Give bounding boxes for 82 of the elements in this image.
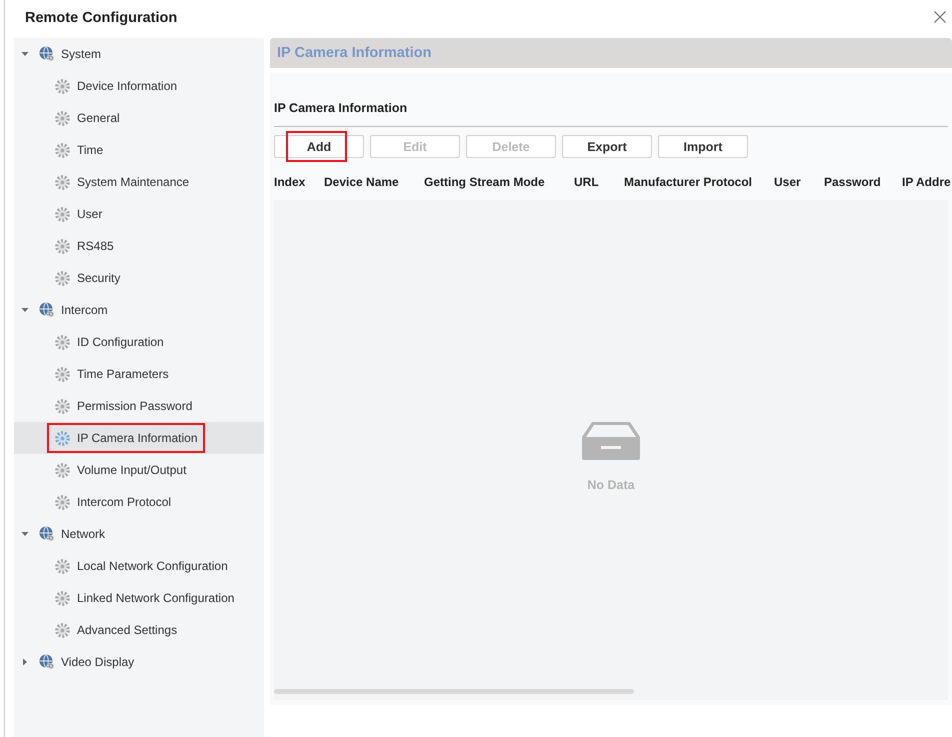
tree-item[interactable]: System xyxy=(14,38,264,70)
tree-item-label: Intercom xyxy=(61,303,108,317)
gear-icon xyxy=(55,558,70,574)
tree-item[interactable]: IP Camera Information xyxy=(14,422,264,454)
gear-icon xyxy=(55,366,70,382)
gear-icon xyxy=(55,590,70,606)
tree-item-label: Intercom Protocol xyxy=(77,495,172,509)
tree-item-label: Security xyxy=(77,271,120,285)
empty-message: No Data xyxy=(587,478,635,492)
gear-icon xyxy=(55,398,70,414)
tree-item[interactable]: Advanced Settings xyxy=(14,614,264,646)
close-icon[interactable] xyxy=(934,11,946,23)
column-header: IP Addre xyxy=(902,175,952,189)
tree-item[interactable]: User xyxy=(14,198,264,230)
gear-icon xyxy=(55,430,70,446)
tree-item[interactable]: Device Information xyxy=(14,70,264,102)
tree-item[interactable]: Video Display xyxy=(14,646,264,678)
globe-gear-icon xyxy=(39,654,55,670)
tree-item[interactable]: Volume Input/Output xyxy=(14,454,264,486)
gear-icon xyxy=(55,238,70,254)
tree-item-label: Local Network Configuration xyxy=(77,559,228,573)
column-header: Device Name xyxy=(324,175,400,189)
tree-item-label: Linked Network Configuration xyxy=(77,591,234,605)
toolbar-button[interactable]: Add xyxy=(274,135,364,158)
gear-icon xyxy=(55,142,70,158)
gear-icon xyxy=(55,494,70,510)
tree-item-label: Volume Input/Output xyxy=(77,463,186,477)
tree-item[interactable]: Intercom xyxy=(14,294,264,326)
column-header: Password xyxy=(824,175,882,189)
gear-icon xyxy=(55,334,70,350)
toolbar-button[interactable]: Export xyxy=(562,135,652,158)
tree-item-label: IP Camera Information xyxy=(77,431,198,445)
collapse-arrow-icon[interactable] xyxy=(21,50,29,58)
tree-item[interactable]: Intercom Protocol xyxy=(14,486,264,518)
tree-item-label: Advanced Settings xyxy=(77,623,178,637)
tree-item-label: System xyxy=(61,47,102,61)
tree-item-label: Time Parameters xyxy=(77,367,169,381)
scrollbar[interactable] xyxy=(274,689,634,694)
tree-item[interactable]: Time Parameters xyxy=(14,358,264,390)
gear-icon xyxy=(55,110,70,126)
tree-item[interactable]: Linked Network Configuration xyxy=(14,582,264,614)
tree-item[interactable]: Network xyxy=(14,518,264,550)
tree-item-label: RS485 xyxy=(77,239,114,253)
panel-header: IP Camera Information xyxy=(270,38,952,68)
tree-item[interactable]: General xyxy=(14,102,264,134)
globe-gear-icon xyxy=(39,302,55,318)
collapse-arrow-icon[interactable] xyxy=(21,306,29,314)
tree-item-label: Permission Password xyxy=(77,399,192,413)
gear-icon xyxy=(55,270,70,286)
tree-item[interactable]: System Maintenance xyxy=(14,166,264,198)
tree-item-label: Network xyxy=(61,527,106,541)
column-header: User xyxy=(774,175,802,189)
column-header: Index xyxy=(274,175,306,189)
tree-item-label: User xyxy=(77,207,102,221)
gear-icon xyxy=(55,206,70,222)
tree-item-label: Video Display xyxy=(61,655,134,669)
section-title: IP Camera Information xyxy=(274,100,408,116)
tree-item-label: Device Information xyxy=(77,79,178,93)
tree-item-label: ID Configuration xyxy=(77,335,164,349)
globe-gear-icon xyxy=(39,46,55,62)
column-header: Getting Stream Mode xyxy=(424,175,546,189)
tree-item[interactable]: Time xyxy=(14,134,264,166)
gear-icon xyxy=(55,462,70,478)
tree-item[interactable]: Security xyxy=(14,262,264,294)
tree-item-label: System Maintenance xyxy=(77,175,190,189)
globe-gear-icon xyxy=(39,526,55,542)
tree-item[interactable]: Local Network Configuration xyxy=(14,550,264,582)
tree-item-label: General xyxy=(77,111,120,125)
tree-item[interactable]: Permission Password xyxy=(14,390,264,422)
tree-item[interactable]: ID Configuration xyxy=(14,326,264,358)
empty-tray-icon xyxy=(582,422,640,460)
window-title: Remote Configuration xyxy=(24,10,178,26)
gear-icon xyxy=(55,78,70,94)
column-header: Manufacturer Protocol xyxy=(624,175,754,189)
toolbar-button[interactable]: Import xyxy=(658,135,748,158)
gear-icon xyxy=(55,622,70,638)
collapse-arrow-icon[interactable] xyxy=(21,530,29,538)
tree-item-label: Time xyxy=(77,143,104,157)
tree-item[interactable]: RS485 xyxy=(14,230,264,262)
expand-arrow-icon[interactable] xyxy=(21,658,29,666)
gear-icon xyxy=(55,174,70,190)
column-header: URL xyxy=(574,175,600,189)
